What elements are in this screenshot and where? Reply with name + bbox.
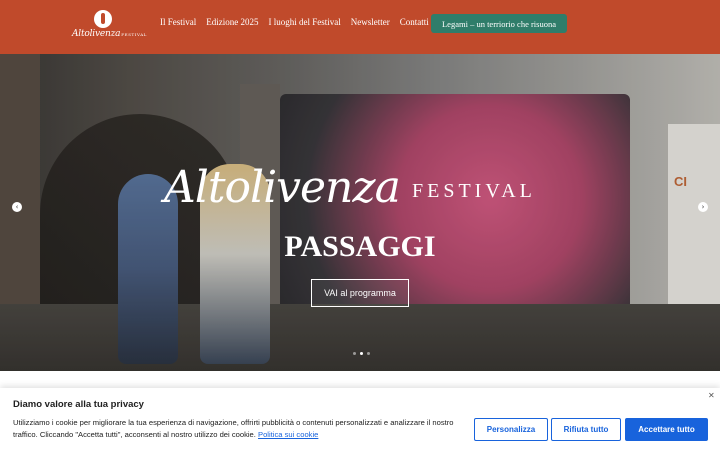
hero-slider: CI Altolivenza FESTIVAL PASSAGGI VAI al …: [0, 54, 720, 371]
legami-cta-button[interactable]: Legami – un terriorio che risuona: [431, 14, 567, 33]
accept-all-button[interactable]: Accettare tutto: [625, 418, 708, 441]
nav-item-luoghi[interactable]: I luoghi del Festival: [269, 17, 341, 27]
site-header: AltolivenzaFESTIVAL Il Festival Edizione…: [0, 0, 720, 54]
nav-item-newsletter[interactable]: Newsletter: [351, 17, 390, 27]
logo-mark-icon: [94, 10, 112, 28]
close-icon[interactable]: ✕: [708, 391, 715, 400]
nav-item-il-festival[interactable]: Il Festival: [160, 17, 196, 27]
slider-dot[interactable]: [367, 352, 370, 355]
reject-all-button[interactable]: Rifiuta tutto: [551, 418, 621, 441]
chevron-right-icon[interactable]: ›: [698, 202, 708, 212]
customize-button[interactable]: Personalizza: [474, 418, 548, 441]
slider-dot[interactable]: [353, 352, 356, 355]
hero-title: PASSAGGI: [284, 230, 436, 263]
site-logo[interactable]: AltolivenzaFESTIVAL: [72, 10, 146, 42]
cookie-text: Utilizziamo i cookie per migliorare la t…: [13, 417, 463, 441]
cookie-title: Diamo valore alla tua privacy: [13, 399, 144, 410]
logo-script: Altolivenza: [72, 29, 121, 39]
slider-dots: [353, 352, 370, 355]
programma-button[interactable]: VAI al programma: [311, 279, 409, 307]
slider-dot-active[interactable]: [360, 352, 363, 355]
cookie-body: Utilizziamo i cookie per migliorare la t…: [13, 418, 454, 439]
nav-item-edizione-2025[interactable]: Edizione 2025: [206, 17, 258, 27]
main-nav: Il Festival Edizione 2025 I luoghi del F…: [160, 17, 429, 27]
cookie-banner: ✕ Diamo valore alla tua privacy Utilizzi…: [0, 388, 720, 450]
nav-item-contatti[interactable]: Contatti: [400, 17, 429, 27]
hero-logo-caps: FESTIVAL: [412, 180, 536, 202]
cookie-policy-link[interactable]: Politica sui cookie: [258, 430, 318, 439]
logo-text: AltolivenzaFESTIVAL: [72, 29, 147, 39]
logo-sub: FESTIVAL: [121, 32, 147, 37]
chevron-left-icon[interactable]: ‹: [12, 202, 22, 212]
